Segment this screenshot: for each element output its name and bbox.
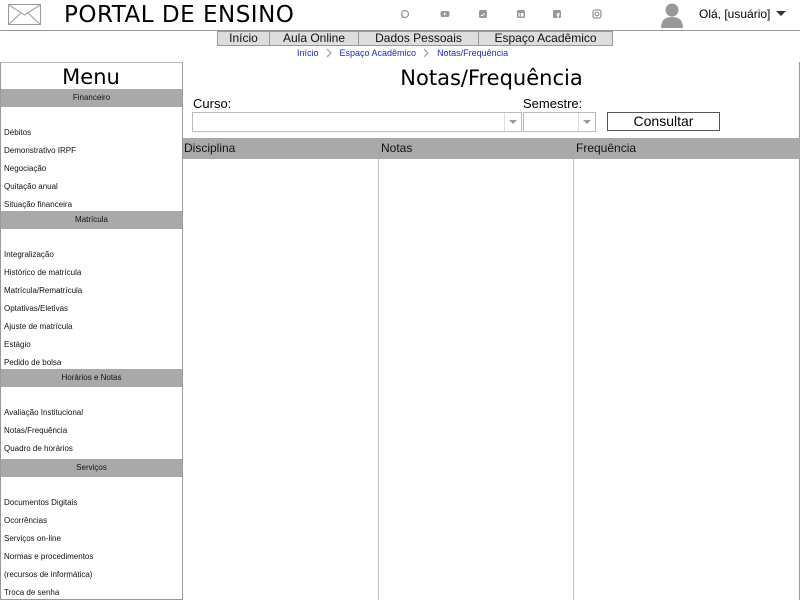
- results-table-header: Disciplina Notas Frequência: [183, 138, 800, 159]
- breadcrumb-link-inicio[interactable]: Início: [297, 48, 319, 58]
- user-greeting[interactable]: Olá, [usuário]: [699, 7, 770, 21]
- column-divider: [573, 159, 574, 600]
- column-header-frequencia: Frequência: [576, 141, 637, 155]
- site-title: PORTAL DE ENSINO: [64, 2, 295, 28]
- youtube-icon[interactable]: [440, 9, 450, 19]
- menu-item-situacao-financeira[interactable]: Situação financeira: [4, 200, 72, 209]
- nav-item-inicio[interactable]: Início: [218, 32, 270, 45]
- menu-item-avaliacao-institucional[interactable]: Avaliação Institucional: [4, 408, 83, 417]
- curso-label: Curso:: [193, 96, 232, 111]
- section-matricula[interactable]: Matrícula: [1, 211, 182, 229]
- breadcrumb-link-espaco-academico[interactable]: Espaço Acadêmico: [340, 48, 417, 58]
- chevron-down-icon[interactable]: [776, 11, 786, 16]
- nav-item-aula-online[interactable]: Aula Online: [270, 32, 359, 45]
- column-header-disciplina: Disciplina: [184, 141, 236, 155]
- linkedin-icon[interactable]: [516, 9, 526, 19]
- user-avatar-icon[interactable]: [660, 2, 684, 28]
- menu-item-quadro-horarios[interactable]: Quadro de horários: [4, 444, 73, 453]
- menu-item-integralizacao[interactable]: Integralização: [4, 250, 54, 259]
- column-divider: [378, 159, 379, 600]
- menu-item-documentos-digitais[interactable]: Documentos Digitais: [4, 498, 77, 507]
- semestre-label: Semestre:: [523, 96, 583, 111]
- breadcrumb: Início Espaço Acadêmico Notas/Frequência: [297, 47, 508, 59]
- sidebar-menu: Menu Financeiro Débitos Demonstrativo IR…: [0, 62, 183, 600]
- section-servicos[interactable]: Serviços: [1, 459, 182, 477]
- menu-title: Menu: [62, 65, 120, 89]
- chevron-right-icon: [326, 48, 333, 58]
- chevron-down-icon[interactable]: [578, 113, 595, 131]
- menu-item-demonstrativo-irpf[interactable]: Demonstrativo IRPF: [4, 146, 76, 155]
- menu-item-notas-frequencia[interactable]: Notas/Frequência: [4, 426, 67, 435]
- facebook-icon[interactable]: [552, 9, 562, 19]
- menu-item-ajuste-matricula[interactable]: Ajuste de matrícula: [4, 322, 72, 331]
- chevron-right-icon: [423, 48, 430, 58]
- twitter-icon[interactable]: [478, 9, 488, 19]
- menu-item-negociacao[interactable]: Negociação: [4, 164, 46, 173]
- semestre-select[interactable]: [523, 112, 596, 132]
- menu-item-historico-matricula[interactable]: Histórico de matrícula: [4, 268, 81, 277]
- chevron-down-icon[interactable]: [504, 113, 521, 131]
- nav-item-espaco-academico[interactable]: Espaço Acadêmico: [479, 32, 612, 45]
- menu-item-estagio[interactable]: Estágio: [4, 340, 31, 349]
- menu-item-matricula-rematricula[interactable]: Matrícula/Rematrícula: [4, 286, 82, 295]
- menu-item-ocorrencias[interactable]: Ocorrências: [4, 516, 47, 525]
- page-title: Notas/Frequência: [400, 66, 583, 90]
- menu-item-debitos[interactable]: Débitos: [4, 128, 31, 137]
- nav-item-dados-pessoais[interactable]: Dados Pessoais: [359, 32, 479, 45]
- menu-item-quitacao-anual[interactable]: Quitação anual: [4, 182, 58, 191]
- curso-select[interactable]: [192, 112, 522, 132]
- whatsapp-icon[interactable]: [400, 9, 410, 19]
- menu-item-troca-senha[interactable]: Troca de senha: [4, 588, 59, 597]
- menu-item-recursos-informatica[interactable]: (recursos de informática): [4, 570, 92, 579]
- breadcrumb-current[interactable]: Notas/Frequência: [437, 48, 508, 58]
- menu-item-optativas-eletivas[interactable]: Optativas/Eletivas: [4, 304, 68, 313]
- menu-item-servicos-online[interactable]: Serviços on-line: [4, 534, 61, 543]
- section-horarios-notas[interactable]: Horários e Notas: [1, 369, 182, 387]
- consultar-button[interactable]: Consultar: [607, 112, 720, 131]
- instagram-icon[interactable]: [592, 9, 602, 19]
- header: PORTAL DE ENSINO Olá, [usuário]: [0, 0, 800, 31]
- section-financeiro[interactable]: Financeiro: [1, 89, 182, 107]
- menu-item-pedido-bolsa[interactable]: Pedido de bolsa: [4, 358, 61, 367]
- logo-image-placeholder: [8, 4, 41, 25]
- column-header-notas: Notas: [381, 141, 413, 155]
- main-content: Notas/Frequência Curso: Semestre: Consul…: [183, 62, 800, 600]
- top-nav: Início Aula Online Dados Pessoais Espaço…: [217, 31, 613, 46]
- menu-item-normas-procedimentos[interactable]: Normas e procedimentos: [4, 552, 93, 561]
